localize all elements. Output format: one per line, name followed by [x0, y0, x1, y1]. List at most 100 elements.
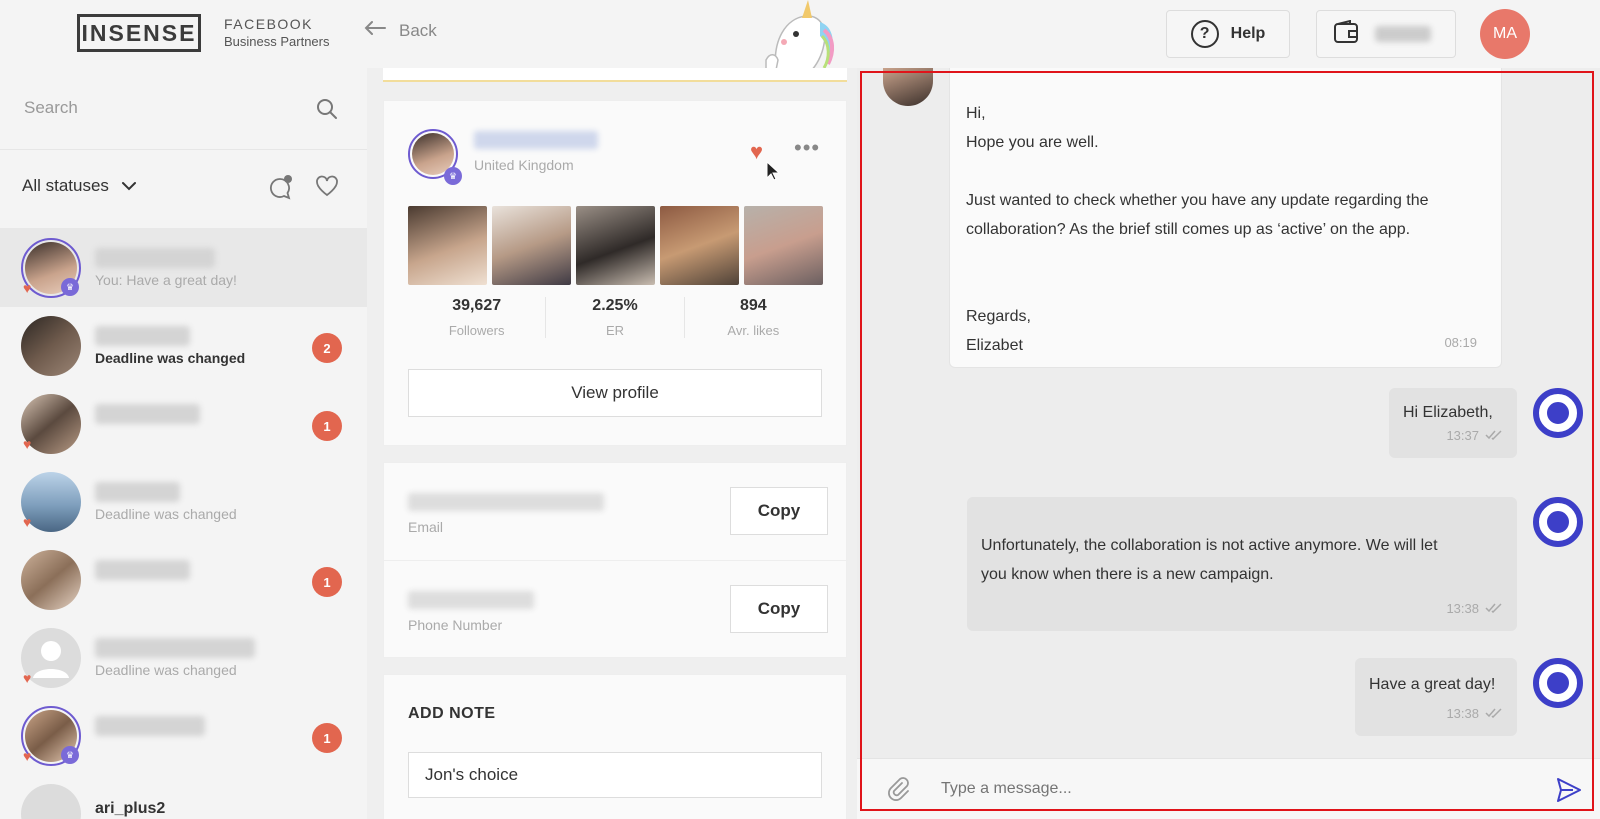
wallet-balance-button[interactable]: [1316, 10, 1456, 58]
post-thumbnail[interactable]: [408, 206, 487, 285]
top-card-edge: [383, 68, 847, 82]
back-button[interactable]: Back: [363, 20, 437, 41]
chat-preview: Deadline was changed: [95, 662, 237, 678]
chat-list-item[interactable]: You: Have a great day! ♥ ♛: [0, 228, 367, 307]
post-thumbnail[interactable]: [492, 206, 571, 285]
favorites-filter-heart-icon[interactable]: [314, 174, 340, 203]
contact-avatar: [883, 68, 933, 106]
email-value-blurred: [408, 493, 604, 511]
favorite-heart-icon: ♥: [23, 670, 32, 686]
message-meta: 13:37: [1446, 421, 1503, 450]
chat-list-item[interactable]: ari_plus2: [0, 774, 367, 819]
outgoing-message-bubble: Have a great day! 13:38: [1355, 658, 1517, 736]
chat-list-sidebar: Search All statuses You: Have a great da…: [0, 68, 367, 819]
post-thumbnail[interactable]: [660, 206, 739, 285]
message-meta: 13:38: [1446, 594, 1503, 623]
partner-line-2: Business Partners: [224, 34, 330, 49]
post-thumbnail[interactable]: [576, 206, 655, 285]
email-row: Email Copy: [384, 463, 848, 561]
filter-row: All statuses: [0, 150, 367, 228]
double-check-icon: [1485, 594, 1503, 623]
search-icon[interactable]: [316, 98, 338, 125]
unread-count-badge: 1: [312, 723, 342, 753]
stat-value: 894: [739, 297, 767, 314]
message-text: Have a great day!: [1369, 676, 1496, 693]
contact-name-blurred: [95, 638, 255, 658]
wallet-icon: [1333, 19, 1359, 49]
stat-value: 39,627: [452, 297, 502, 314]
contact-avatar: [21, 316, 81, 376]
copy-email-button[interactable]: Copy: [730, 487, 828, 535]
favorite-heart-icon: ♥: [23, 280, 32, 296]
chevron-down-icon: [121, 176, 137, 196]
favorite-heart-icon[interactable]: ♥: [750, 139, 763, 165]
phone-label: Phone Number: [408, 617, 503, 633]
stat-value: 2.25%: [592, 297, 638, 314]
search-input[interactable]: Search: [24, 98, 78, 118]
add-note-title: ADD NOTE: [408, 705, 496, 722]
double-check-icon: [1485, 699, 1503, 728]
copy-phone-button[interactable]: Copy: [730, 585, 828, 633]
stat-label: ER: [605, 323, 625, 338]
chat-list-item[interactable]: 1: [0, 540, 367, 619]
chat-list-item[interactable]: 1 ♥ ♛: [0, 696, 367, 775]
stat-er: 2.25% ER: [546, 297, 685, 338]
message-time: 13:38: [1446, 706, 1479, 721]
stat-label: Avr. likes: [727, 323, 780, 338]
note-card: ADD NOTE Jon's choice: [383, 674, 847, 819]
contact-name-blurred: [95, 248, 215, 268]
stat-avg-likes: 894 Avr. likes: [685, 297, 822, 338]
facebook-partner-badge: FACEBOOK Business Partners: [224, 16, 330, 50]
profile-name-blurred: [474, 131, 598, 149]
contact-name-blurred: [95, 482, 180, 502]
profile-card: ♛ United Kingdom ♥ ••• 39,627 Followers …: [383, 100, 847, 446]
arrow-left-icon: [363, 20, 387, 41]
favorite-heart-icon: ♥: [23, 436, 32, 452]
chat-list-item[interactable]: Deadline was changed ♥: [0, 462, 367, 541]
chat-list-item[interactable]: 1 ♥: [0, 384, 367, 463]
message-time: 08:19: [1444, 335, 1477, 350]
insense-logo[interactable]: INSENSE: [77, 14, 201, 52]
contact-avatar: [21, 550, 81, 610]
creator-profile-panel: ♛ United Kingdom ♥ ••• 39,627 Followers …: [367, 68, 857, 819]
view-profile-button[interactable]: View profile: [408, 369, 822, 417]
user-avatar[interactable]: MA: [1480, 9, 1530, 59]
send-icon[interactable]: [1555, 776, 1583, 809]
note-input[interactable]: Jon's choice: [408, 752, 822, 798]
help-icon: ?: [1190, 20, 1219, 48]
message-text: Hi, Hope you are well. Just wanted to ch…: [966, 105, 1429, 354]
back-label: Back: [399, 20, 437, 40]
cursor-pointer-icon: [766, 160, 781, 186]
chat-list-item[interactable]: Deadline was changed 2: [0, 306, 367, 385]
contact-card: Email Copy Phone Number Copy: [383, 462, 848, 659]
sender-avatar: [1533, 388, 1583, 438]
message-input[interactable]: [941, 780, 1501, 798]
outgoing-message-bubble: Unfortunately, the collaboration is not …: [967, 497, 1517, 631]
more-options-icon[interactable]: •••: [794, 135, 820, 161]
paperclip-icon[interactable]: [885, 775, 911, 806]
help-button[interactable]: ? Help: [1166, 10, 1290, 58]
status-filter-dropdown[interactable]: All statuses: [22, 176, 137, 196]
post-thumbnail[interactable]: [744, 206, 823, 285]
phone-row: Phone Number Copy: [384, 561, 848, 659]
favorite-heart-icon: ♥: [23, 748, 32, 764]
profile-stats: 39,627 Followers 2.25% ER 894 Avr. likes: [408, 297, 822, 338]
chat-preview: Deadline was changed: [95, 506, 237, 522]
stat-label: Followers: [448, 323, 505, 338]
chat-preview: You: Have a great day!: [95, 272, 237, 288]
conversation-pane: Hi, Hope you are well. Just wanted to ch…: [857, 68, 1600, 819]
message-time: 13:37: [1446, 428, 1479, 443]
contact-name-blurred: [95, 560, 190, 580]
double-check-icon: [1485, 421, 1503, 450]
unread-count-badge: 1: [312, 567, 342, 597]
unread-filter-icon[interactable]: [268, 174, 294, 205]
balance-blurred: [1375, 26, 1431, 42]
contact-name: ari_plus2: [95, 800, 166, 817]
help-label: Help: [1230, 25, 1266, 42]
outgoing-message-bubble: Hi Elizabeth, 13:37: [1389, 388, 1517, 458]
premium-badge-icon: ♛: [444, 167, 462, 185]
incoming-message-bubble: Hi, Hope you are well. Just wanted to ch…: [949, 68, 1502, 368]
message-time: 13:38: [1446, 601, 1479, 616]
premium-badge-icon: ♛: [61, 746, 79, 764]
chat-list-item[interactable]: Deadline was changed ♥: [0, 618, 367, 697]
